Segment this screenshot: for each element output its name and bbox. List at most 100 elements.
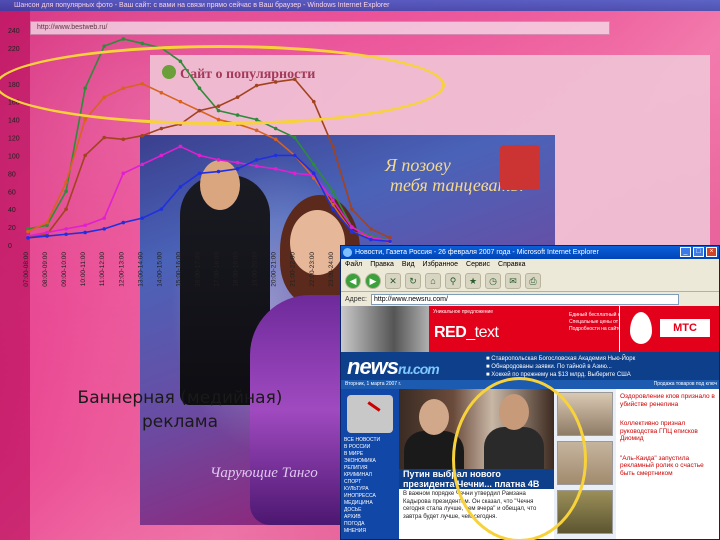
data-point	[331, 144, 335, 149]
ie-toolbar: ◀ ▶ ✕ ↻ ⌂ ⚲ ★ ◷ ✉ ⎙	[341, 270, 719, 292]
data-point	[45, 234, 49, 238]
data-point	[350, 229, 354, 234]
x-tick-label: 19:00-20:00	[252, 252, 259, 287]
mts-logo: МТС	[660, 319, 710, 337]
menu-file[interactable]: Файл	[345, 259, 362, 270]
data-point	[273, 137, 278, 142]
x-tick-label: 07:00-08:00	[23, 252, 30, 287]
address-label: Адрес:	[345, 295, 367, 303]
nav-item[interactable]: Мнения	[344, 528, 396, 535]
y-tick-label: 60	[8, 189, 16, 196]
header-headline[interactable]: ■ Ставропольская Богословская Академия Н…	[486, 355, 716, 363]
menu-edit[interactable]: Правка	[370, 259, 394, 270]
data-point	[311, 171, 316, 176]
red-text-banner[interactable]: Уникальное предложение RED_text Единый б…	[429, 306, 663, 352]
history-icon[interactable]: ◷	[485, 272, 501, 289]
header-headline[interactable]: ■ Обнародованы заявки. По тайной в Азию.…	[486, 363, 716, 371]
header-headlines: ■ Ставропольская Богословская Академия Н…	[486, 355, 716, 379]
right-news-column: Оздоровление кпов признало в убийстве ре…	[616, 389, 719, 539]
nav-item[interactable]: Медицина	[344, 500, 396, 507]
data-point	[140, 216, 145, 220]
data-point	[331, 207, 335, 211]
nav-item[interactable]: Все новости	[344, 437, 396, 444]
people-banner[interactable]	[341, 306, 429, 352]
x-tick-label: 18:00-19:00	[233, 252, 240, 287]
data-point	[159, 126, 164, 131]
data-point	[273, 167, 278, 171]
data-point	[331, 189, 335, 194]
nav-item[interactable]: Экономика	[344, 458, 396, 465]
data-point	[197, 153, 202, 158]
data-point	[83, 153, 87, 158]
menu-view[interactable]: Вид	[402, 259, 415, 270]
nav-item[interactable]: Культура	[344, 486, 396, 493]
maximize-icon[interactable]: □	[693, 247, 704, 257]
forward-icon[interactable]: ▶	[365, 272, 381, 289]
print-icon[interactable]: ⎙	[525, 272, 541, 289]
favorites-icon[interactable]: ★	[465, 272, 481, 289]
ie-logo-icon	[343, 248, 352, 257]
x-tick-label: 10:00-11:00	[80, 252, 87, 287]
nav-item[interactable]: Инопресса	[344, 493, 396, 500]
data-point	[178, 184, 183, 189]
data-point	[26, 229, 30, 234]
nav-item[interactable]: Криминал	[344, 472, 396, 479]
left-nav-list: Все новости В России В мире Экономика Ре…	[344, 437, 396, 535]
right-news-item[interactable]: "Аль-Каида" запустила рекламный ролик о …	[620, 455, 717, 478]
address-input[interactable]: http://www.newsru.com/	[370, 293, 679, 305]
data-point	[216, 158, 221, 162]
x-tick-label: 14:00-15:00	[156, 252, 163, 287]
refresh-icon[interactable]: ↻	[405, 272, 421, 289]
nav-item[interactable]: В мире	[344, 451, 396, 458]
menu-tools[interactable]: Сервис	[466, 259, 490, 270]
nav-item[interactable]: Досье	[344, 507, 396, 514]
news-date: Вторник, 1 марта 2007 г.	[345, 381, 402, 387]
menu-favorites[interactable]: Избранное	[423, 259, 458, 270]
window-controls: _ □ ×	[680, 247, 717, 257]
data-point	[254, 158, 259, 162]
y-tick-label: 20	[8, 225, 16, 232]
x-tick-label: 20:00-21:00	[271, 252, 278, 287]
x-tick-label: 21:00-22:00	[290, 252, 297, 287]
data-point	[102, 227, 107, 231]
right-news-item[interactable]: Коллективно признал руководства ГПЦ епис…	[620, 420, 717, 443]
data-point	[292, 171, 297, 176]
ie-menu-bar: Файл Правка Вид Избранное Сервис Справка	[341, 259, 719, 270]
right-news-item[interactable]: Оздоровление кпов признало в убийстве ре…	[620, 393, 717, 408]
nav-item[interactable]: Религия	[344, 465, 396, 472]
ie-title-bar: Новости, Газета Россия - 26 февраля 2007…	[341, 246, 719, 259]
news-bar-link[interactable]: Продажа товаров под ключ	[654, 380, 717, 389]
data-point	[292, 153, 297, 158]
close-icon[interactable]: ×	[706, 247, 717, 257]
data-point	[121, 220, 126, 225]
back-icon[interactable]: ◀	[345, 272, 361, 289]
menu-help[interactable]: Справка	[498, 259, 525, 270]
data-point	[83, 223, 87, 228]
ie-address-bar: Адрес: http://www.newsru.com/	[341, 292, 719, 306]
data-point	[254, 128, 259, 133]
nav-item[interactable]: Спорт	[344, 479, 396, 486]
series-line-5	[27, 154, 391, 243]
highlight-oval-news	[452, 377, 587, 540]
mail-icon[interactable]: ✉	[505, 272, 521, 289]
search-icon[interactable]: ⚲	[445, 272, 461, 289]
top-banner-row: Уникальное предложение RED_text Единый б…	[341, 306, 719, 352]
data-point	[350, 207, 354, 211]
data-point	[140, 133, 145, 138]
red-banner-logo-main: RED	[434, 324, 467, 341]
nav-item[interactable]: Архив	[344, 514, 396, 521]
data-point	[331, 198, 335, 203]
stop-icon[interactable]: ✕	[385, 272, 401, 289]
nav-item[interactable]: Погода	[344, 521, 396, 528]
home-icon[interactable]: ⌂	[425, 272, 441, 289]
slide-caption: Баннерная (медийная) реклама	[30, 386, 330, 434]
mts-banner[interactable]: МТС	[619, 306, 719, 352]
data-point	[273, 153, 278, 158]
newsru-logo[interactable]: newsru.com	[347, 354, 440, 380]
x-tick-label: 11:00-12:00	[99, 252, 106, 287]
nav-item[interactable]: В России	[344, 444, 396, 451]
minimize-icon[interactable]: _	[680, 247, 691, 257]
y-tick-label: 100	[8, 153, 20, 160]
y-tick-label: 140	[8, 118, 20, 125]
y-tick-label: 240	[8, 28, 20, 35]
